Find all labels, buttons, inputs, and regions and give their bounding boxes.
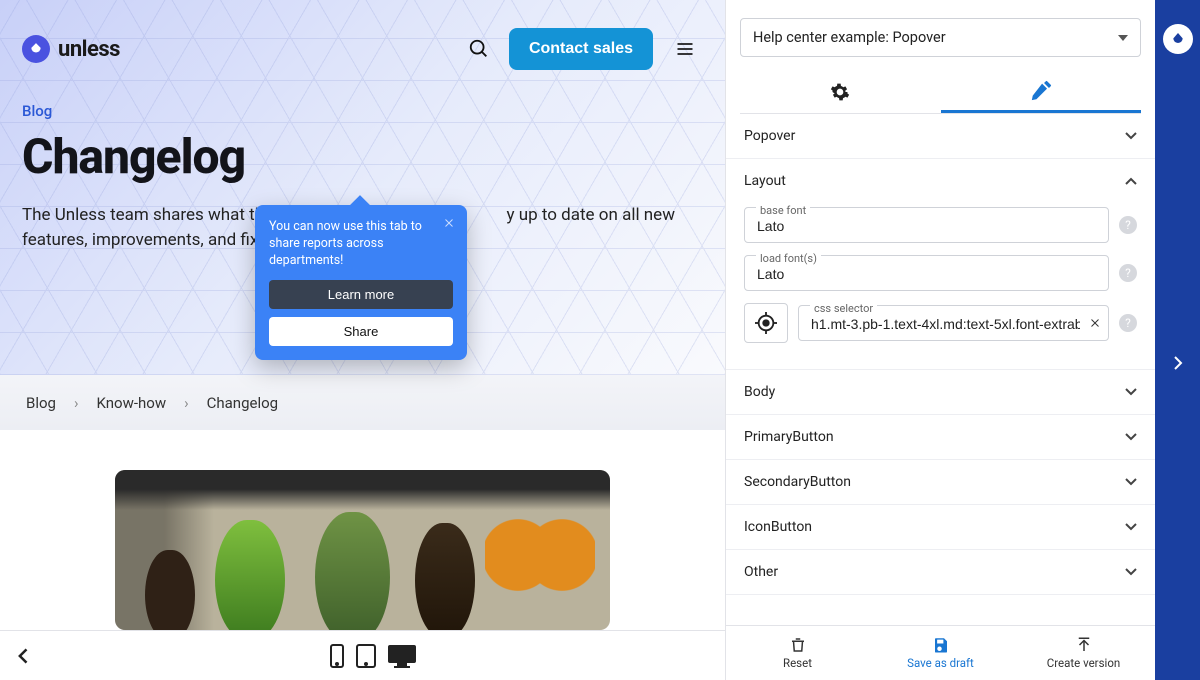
field-label: base font — [756, 204, 810, 217]
create-version-button[interactable]: Create version — [1012, 626, 1155, 680]
section-toggle[interactable]: Other — [726, 550, 1155, 594]
menu-button[interactable] — [667, 31, 703, 67]
field-label: css selector — [810, 302, 877, 315]
section-icon-button: IconButton — [726, 505, 1155, 550]
section-toggle[interactable]: Popover — [726, 114, 1155, 158]
expand-rail-button[interactable] — [1172, 354, 1184, 372]
logo-text: unless — [58, 37, 120, 62]
chevron-up-icon — [1125, 177, 1137, 185]
section-secondary-button: SecondaryButton — [726, 460, 1155, 505]
section-toggle[interactable]: Body — [726, 370, 1155, 414]
mobile-icon[interactable] — [329, 643, 345, 669]
section-body: Body — [726, 370, 1155, 415]
breadcrumb: Blog › Know-how › Changelog — [0, 375, 725, 430]
select-value: Help center example: Popover — [753, 29, 946, 46]
chevron-down-icon — [1125, 388, 1137, 396]
desktop-icon[interactable] — [387, 643, 417, 669]
section-toggle[interactable]: PrimaryButton — [726, 415, 1155, 459]
reset-button[interactable]: Reset — [726, 626, 869, 680]
section-primary-button: PrimaryButton — [726, 415, 1155, 460]
tablet-icon[interactable] — [355, 643, 377, 669]
share-button[interactable]: Share — [269, 317, 453, 346]
help-icon[interactable]: ? — [1119, 314, 1137, 332]
blog-label[interactable]: Blog — [22, 102, 703, 120]
rail-logo-icon[interactable] — [1163, 24, 1193, 54]
save-draft-button[interactable]: Save as draft — [869, 626, 1012, 680]
article-image — [115, 470, 610, 630]
breadcrumb-item: Changelog — [207, 394, 278, 412]
chevron-down-icon — [1125, 523, 1137, 531]
logo-mark-icon — [22, 35, 50, 63]
section-toggle[interactable]: IconButton — [726, 505, 1155, 549]
content-area — [0, 430, 725, 630]
help-icon[interactable]: ? — [1119, 264, 1137, 282]
section-other: Other — [726, 550, 1155, 595]
field-label: load font(s) — [756, 252, 821, 265]
component-select[interactable]: Help center example: Popover — [740, 18, 1141, 57]
chevron-right-icon: › — [184, 394, 189, 412]
tab-design[interactable] — [941, 71, 1142, 113]
target-element-button[interactable] — [744, 303, 788, 343]
section-popover: Popover — [726, 114, 1155, 159]
device-switcher — [34, 643, 711, 669]
tab-settings[interactable] — [740, 71, 941, 113]
clear-icon[interactable] — [1089, 317, 1101, 329]
popover-body: You can now use this tab to share report… — [269, 219, 453, 270]
hero: unless Contact sales Blog Changelog The … — [0, 0, 725, 375]
editor-sidebar: Help center example: Popover Popover Lay… — [725, 0, 1155, 680]
section-layout: Layout base font ? load font(s) ? — [726, 159, 1155, 370]
contact-sales-button[interactable]: Contact sales — [509, 28, 653, 70]
panel-scroll[interactable]: Popover Layout base font ? l — [726, 114, 1155, 625]
section-toggle[interactable]: Layout — [726, 159, 1155, 203]
sidebar-footer: Reset Save as draft Create version — [726, 625, 1155, 680]
help-icon[interactable]: ? — [1119, 216, 1137, 234]
back-button[interactable] — [14, 646, 34, 666]
chevron-down-icon — [1125, 478, 1137, 486]
page-preview: unless Contact sales Blog Changelog The … — [0, 0, 725, 630]
section-toggle[interactable]: SecondaryButton — [726, 460, 1155, 504]
logo[interactable]: unless — [22, 35, 120, 63]
chevron-down-icon — [1125, 568, 1137, 576]
chevron-down-icon — [1125, 132, 1137, 140]
caret-down-icon — [1118, 35, 1128, 41]
breadcrumb-item[interactable]: Know-how — [97, 394, 167, 412]
breadcrumb-item[interactable]: Blog — [26, 394, 56, 412]
page-title: Changelog — [22, 128, 703, 185]
tabs — [740, 71, 1141, 114]
chevron-down-icon — [1125, 433, 1137, 441]
search-button[interactable] — [461, 31, 497, 67]
close-icon[interactable] — [439, 213, 459, 233]
right-rail — [1155, 0, 1200, 680]
viewport-bar — [0, 630, 725, 680]
chevron-right-icon: › — [74, 394, 79, 412]
popover: You can now use this tab to share report… — [255, 205, 467, 360]
learn-more-button[interactable]: Learn more — [269, 280, 453, 309]
topbar: unless Contact sales — [0, 0, 725, 80]
